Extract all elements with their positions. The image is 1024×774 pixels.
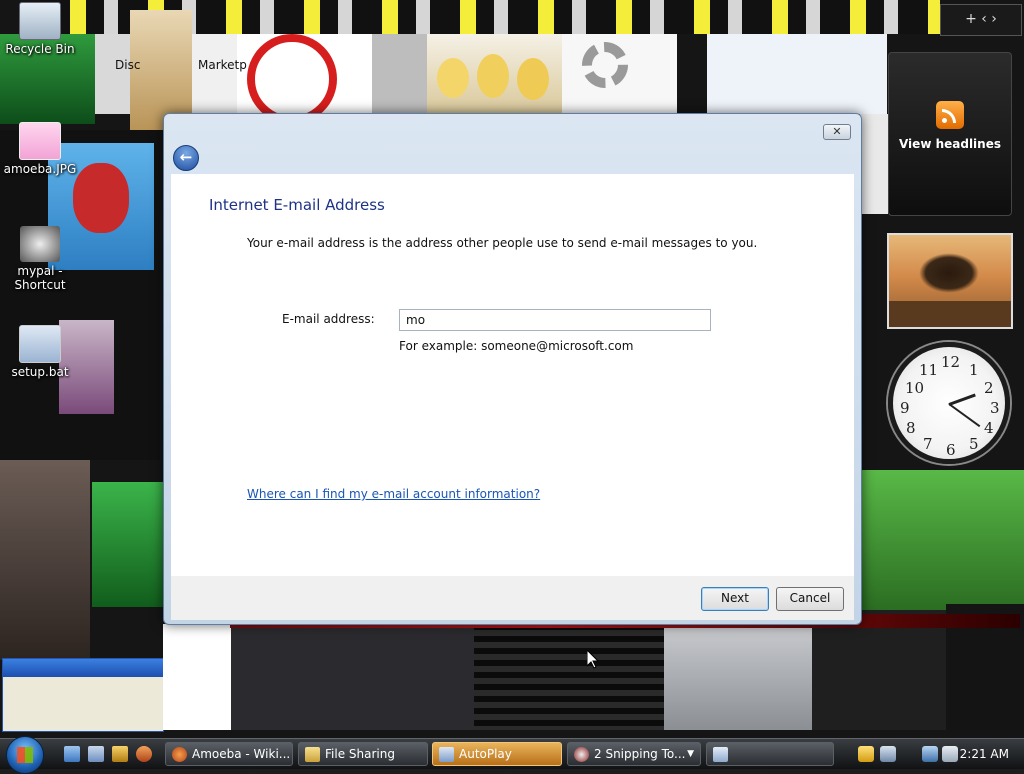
page-tile — [192, 34, 237, 114]
clock-hour-hand — [948, 393, 976, 406]
internet-email-address-dialog: ✕ ← Internet E-mail Address Your e-mail … — [163, 113, 862, 625]
clock-number: 9 — [900, 399, 910, 417]
view-headlines-label: View headlines — [898, 137, 1001, 151]
clock-number: 4 — [984, 419, 994, 437]
tree-image — [919, 253, 979, 293]
clock-number: 2 — [984, 379, 994, 397]
page-tile-right — [860, 114, 888, 214]
folder-icon — [305, 747, 320, 762]
desktop-icon-amoeba[interactable]: amoeba.JPG — [0, 122, 80, 176]
clock-number: 6 — [946, 441, 956, 459]
show-desktop-icon[interactable] — [64, 746, 80, 762]
desktop-icon-label: setup.bat — [11, 365, 69, 379]
email-example-text: For example: someone@microsoft.com — [399, 339, 634, 353]
clock-number: 8 — [906, 419, 916, 437]
desktop-icon-label: amoeba.JPG — [3, 162, 77, 176]
avgn-tile — [92, 482, 164, 607]
taskbar-item-file-sharing[interactable]: File Sharing — [298, 742, 428, 766]
dialog-footer: Next Cancel — [171, 576, 854, 620]
keyboard-tile — [372, 34, 427, 114]
chevron-down-icon: ▼ — [687, 749, 694, 759]
taskbar-item-dialog[interactable] — [706, 742, 834, 766]
email-address-label: E-mail address: — [282, 312, 375, 326]
rss-icon — [936, 101, 964, 129]
back-button[interactable]: ← — [173, 145, 199, 171]
taskbar-item-label: AutoPlay — [459, 747, 512, 761]
taskbar-item-snipping-tool[interactable]: 2 Snipping To... ▼ — [567, 742, 701, 766]
warning-sign-tile — [237, 34, 372, 114]
autoplay-icon — [439, 747, 454, 762]
chat-tile — [231, 624, 474, 730]
shortcut-icon — [20, 226, 60, 262]
close-icon: ✕ — [832, 125, 842, 138]
firefox-quicklaunch-icon[interactable] — [136, 746, 152, 762]
desktop-icon-recycle-bin[interactable]: Recycle Bin — [0, 2, 80, 56]
firefox-icon — [172, 747, 187, 762]
page-description: Your e-mail address is the address other… — [247, 236, 758, 250]
background-tab-text: Marketp — [198, 58, 247, 72]
clock-number: 11 — [919, 361, 939, 379]
windows-logo-icon — [17, 747, 33, 763]
close-button[interactable]: ✕ — [823, 124, 851, 140]
recycle-bin-icon — [19, 2, 61, 40]
email-address-input[interactable] — [399, 309, 711, 331]
security-shield-icon[interactable] — [858, 746, 874, 762]
screenshot-tile — [95, 34, 130, 114]
desktop-icon-mypal[interactable]: mypal - Shortcut — [0, 226, 80, 292]
network-icon[interactable] — [922, 746, 938, 762]
sidebar-controls[interactable]: + ‹ › — [940, 4, 1022, 36]
photo-ground — [889, 301, 1011, 327]
mouse-cursor-icon — [587, 650, 599, 669]
next-button[interactable]: Next — [701, 587, 769, 611]
cancel-button[interactable]: Cancel — [776, 587, 844, 611]
system-tray: 2:21 AM — [852, 741, 1024, 767]
message-box-tile — [2, 658, 164, 732]
desktop-icon-label: mypal - Shortcut — [14, 264, 66, 292]
clock-number: 10 — [905, 379, 925, 397]
slideshow-gadget[interactable] — [887, 233, 1013, 329]
email-window-tile — [707, 34, 887, 114]
clock-number: 5 — [969, 435, 979, 453]
back-arrow-icon: ← — [179, 148, 193, 166]
feed-headlines-gadget[interactable]: View headlines — [888, 52, 1012, 216]
page-title: Internet E-mail Address — [209, 196, 385, 214]
clock-minute-hand — [948, 403, 981, 428]
dark-stripes-tile — [474, 624, 664, 730]
taskbar-clock[interactable]: 2:21 AM — [960, 747, 1009, 761]
taskbar-item-amoeba-wiki[interactable]: Amoeba - Wiki... — [165, 742, 293, 766]
clock-number: 3 — [990, 399, 1000, 417]
taskbar-item-label: Amoeba - Wiki... — [192, 747, 291, 761]
roblox-tile — [860, 470, 1024, 610]
start-button[interactable] — [6, 736, 44, 774]
clock-number: 1 — [969, 361, 979, 379]
image-file-icon — [19, 122, 61, 160]
gears-tile — [562, 34, 677, 114]
taskbar-item-label: File Sharing — [325, 747, 395, 761]
flamingo-tile — [664, 624, 812, 730]
clock-number: 12 — [941, 353, 961, 371]
quicklaunch-app-icon[interactable] — [112, 746, 128, 762]
taskbar-item-label: 2 Snipping To... — [594, 747, 686, 761]
email-info-help-link[interactable]: Where can I find my e-mail account infor… — [247, 487, 540, 501]
volume-muted-icon[interactable] — [942, 746, 958, 762]
sync-icon[interactable] — [880, 746, 896, 762]
clock-number: 7 — [923, 435, 933, 453]
chicks-tile — [427, 34, 562, 114]
snipping-tool-icon — [574, 747, 589, 762]
desktop-icon-setup[interactable]: setup.bat — [0, 325, 80, 379]
clock-gadget[interactable]: 12 1 2 3 4 5 6 7 8 9 10 11 — [888, 342, 1010, 464]
doc-tile — [163, 624, 231, 730]
taskbar: Amoeba - Wiki... File Sharing AutoPlay 2… — [0, 736, 1024, 774]
switch-windows-icon[interactable] — [88, 746, 104, 762]
desktop-icon-label: Recycle Bin — [5, 42, 75, 56]
background-tab-text: Disc — [115, 58, 141, 72]
hand-photo-tile — [0, 460, 90, 660]
taskbar-item-autoplay[interactable]: AutoPlay — [432, 742, 562, 766]
batch-file-icon — [19, 325, 61, 363]
dialog-content: Internet E-mail Address Your e-mail addr… — [171, 174, 854, 576]
window-icon — [713, 747, 728, 762]
